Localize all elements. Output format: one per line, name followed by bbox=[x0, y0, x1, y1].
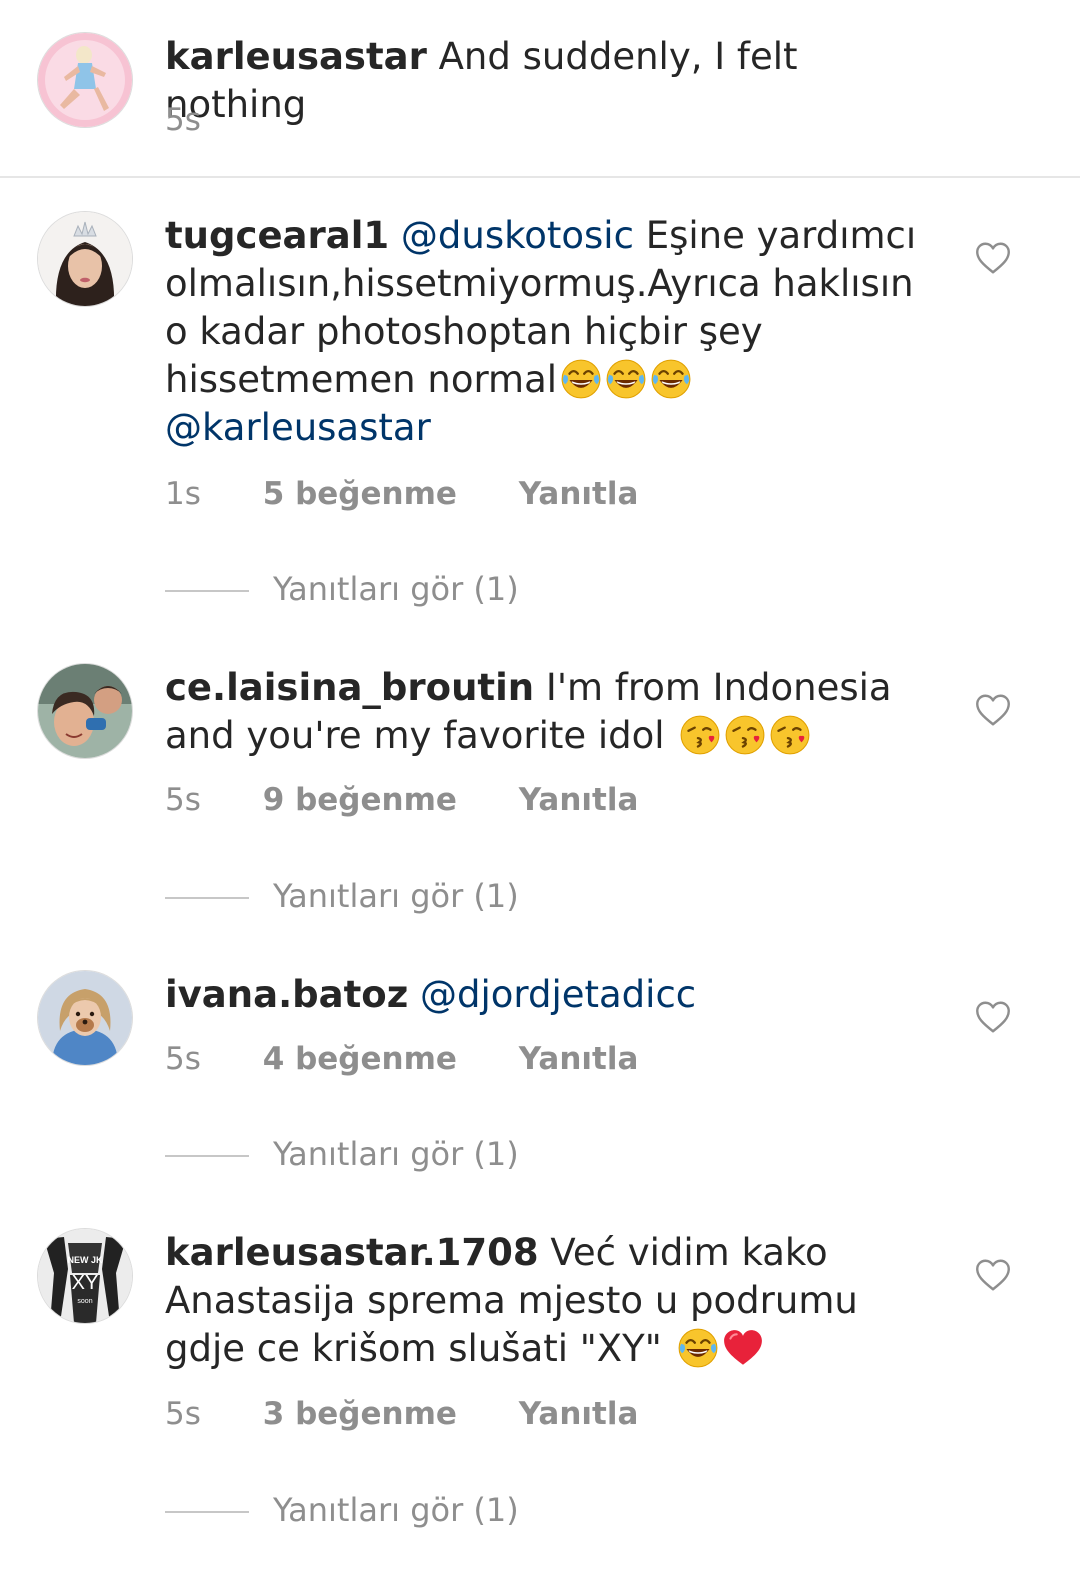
like-heart-icon[interactable] bbox=[975, 241, 1011, 275]
username[interactable]: karleusastar.1708 bbox=[165, 1231, 539, 1274]
tears-of-joy-icon bbox=[677, 1327, 719, 1369]
like-heart-icon[interactable] bbox=[975, 1000, 1011, 1034]
avatar-karleusastar-icon bbox=[38, 33, 132, 127]
avatar-ivana-batoz-icon bbox=[38, 971, 132, 1065]
avatar-badge-line1: NEW JK bbox=[67, 1255, 103, 1265]
username[interactable]: tugcearal1 bbox=[165, 214, 389, 257]
post-caption: karleusastar And suddenly, I felt nothin… bbox=[0, 0, 1080, 178]
view-replies-button[interactable]: Yanıtları gör (1) bbox=[165, 876, 519, 916]
timestamp: 5s bbox=[165, 102, 201, 138]
reply-button[interactable]: Yanıtla bbox=[519, 474, 639, 514]
like-heart-icon[interactable] bbox=[975, 693, 1011, 727]
avatar[interactable] bbox=[38, 33, 132, 127]
avatar-badge-line2: XY bbox=[72, 1272, 99, 1294]
view-replies-label: Yanıtları gör (1) bbox=[273, 877, 519, 915]
comment-text: ce.laisina_broutin I'm from Indonesia an… bbox=[165, 664, 945, 760]
replies-divider bbox=[165, 1511, 249, 1513]
username[interactable]: karleusastar bbox=[165, 35, 427, 78]
timestamp: 1s bbox=[165, 476, 201, 512]
replies-divider bbox=[165, 897, 249, 899]
timestamp: 5s bbox=[165, 782, 201, 818]
mention-link[interactable]: @duskotosic bbox=[401, 214, 634, 257]
tears-of-joy-icon bbox=[650, 358, 692, 400]
avatar-karleusastar-1708-icon: NEW JK XY soon bbox=[38, 1229, 132, 1323]
reply-button[interactable]: Yanıtla bbox=[519, 1039, 639, 1079]
timestamp: 5s bbox=[165, 1041, 201, 1077]
replies-divider bbox=[165, 1155, 249, 1157]
likes-count[interactable]: 4 beğenme bbox=[263, 1039, 457, 1079]
view-replies-button[interactable]: Yanıtları gör (1) bbox=[165, 1134, 519, 1174]
avatar[interactable] bbox=[38, 664, 132, 758]
comment-meta: 5s 3 beğenme Yanıtla bbox=[165, 1394, 638, 1434]
view-replies-button[interactable]: Yanıtları gör (1) bbox=[165, 1490, 519, 1530]
comment-meta: 1s 5 beğenme Yanıtla bbox=[165, 474, 638, 514]
reply-button[interactable]: Yanıtla bbox=[519, 1394, 639, 1434]
view-replies-button[interactable]: Yanıtları gör (1) bbox=[165, 569, 519, 609]
avatar-badge-line3: soon bbox=[77, 1298, 92, 1305]
username[interactable]: ivana.batoz bbox=[165, 973, 408, 1016]
timestamp: 5s bbox=[165, 1396, 201, 1432]
avatar[interactable] bbox=[38, 212, 132, 306]
comment-meta: 5s 9 beğenme Yanıtla bbox=[165, 780, 638, 820]
kissing-heart-icon bbox=[679, 714, 721, 756]
view-replies-label: Yanıtları gör (1) bbox=[273, 570, 519, 608]
kissing-heart-icon bbox=[724, 714, 766, 756]
view-replies-label: Yanıtları gör (1) bbox=[273, 1135, 519, 1173]
comment-text: ivana.batoz @djordjetadicc bbox=[165, 971, 945, 1019]
kissing-heart-icon bbox=[769, 714, 811, 756]
like-heart-icon[interactable] bbox=[975, 1258, 1011, 1292]
caption-meta: 5s bbox=[165, 100, 201, 140]
username[interactable]: ce.laisina_broutin bbox=[165, 666, 534, 709]
comments-screen: karleusastar And suddenly, I felt nothin… bbox=[0, 0, 1080, 1589]
tears-of-joy-icon bbox=[605, 358, 647, 400]
red-heart-icon bbox=[722, 1327, 764, 1369]
caption-text: karleusastar And suddenly, I felt nothin… bbox=[165, 33, 945, 129]
reply-button[interactable]: Yanıtla bbox=[519, 780, 639, 820]
avatar[interactable]: NEW JK XY soon bbox=[38, 1229, 132, 1323]
view-replies-label: Yanıtları gör (1) bbox=[273, 1491, 519, 1529]
avatar[interactable] bbox=[38, 971, 132, 1065]
likes-count[interactable]: 3 beğenme bbox=[263, 1394, 457, 1434]
tears-of-joy-icon bbox=[560, 358, 602, 400]
comment-text: tugcearal1 @duskotosic Eşine yardımcı ol… bbox=[165, 212, 945, 452]
replies-divider bbox=[165, 590, 249, 592]
mention-link[interactable]: @djordjetadicc bbox=[420, 973, 696, 1016]
likes-count[interactable]: 9 beğenme bbox=[263, 780, 457, 820]
comment-meta: 5s 4 beğenme Yanıtla bbox=[165, 1039, 638, 1079]
comment-text: karleusastar.1708 Već vidim kako Anastas… bbox=[165, 1229, 945, 1373]
mention-link[interactable]: @karleusastar bbox=[165, 406, 431, 449]
avatar-ce-laisina-broutin-icon bbox=[38, 664, 132, 758]
avatar-tugcearal1-icon bbox=[38, 212, 132, 306]
likes-count[interactable]: 5 beğenme bbox=[263, 474, 457, 514]
